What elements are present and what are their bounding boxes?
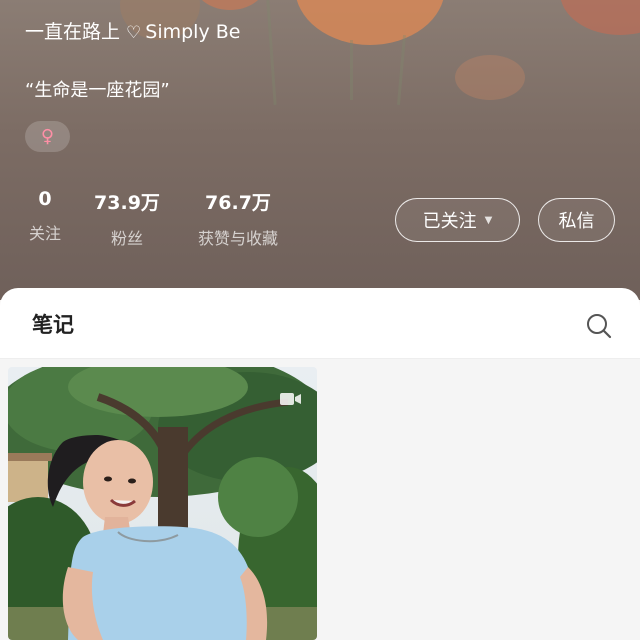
- stat-likes-collections[interactable]: 76.7万 获赞与收藏: [188, 188, 288, 249]
- background-flower: [560, 0, 640, 35]
- profile-bio: “生命是一座花园”: [25, 80, 170, 101]
- video-icon: [280, 391, 302, 407]
- background-flower: [295, 0, 445, 45]
- caret-down-icon: ▼: [484, 214, 493, 226]
- stat-following[interactable]: 0 关注: [25, 188, 65, 244]
- stat-following-label: 关注: [28, 224, 61, 243]
- tabs-bar: 笔记: [0, 288, 640, 359]
- stat-likes-value: 76.7万: [205, 192, 271, 214]
- profile-name-text: 一直在路上: [25, 21, 121, 43]
- note-card[interactable]: [8, 367, 317, 640]
- search-icon[interactable]: [585, 312, 613, 340]
- tab-notes[interactable]: 笔记: [32, 309, 74, 339]
- message-button-label: 私信: [558, 211, 595, 232]
- stat-likes-label: 获赞与收藏: [197, 229, 278, 248]
- profile-header: 一直在路上 ♡ Simply Be “生命是一座花园” ♀ 0 关注 73.9万 粉…: [0, 0, 640, 300]
- background-stem: [396, 35, 407, 105]
- followed-button-label: 已关注: [422, 211, 477, 232]
- stat-following-value: 0: [38, 188, 52, 210]
- background-stem: [350, 40, 353, 100]
- stat-fans[interactable]: 73.9万 粉丝: [88, 188, 166, 249]
- followed-button[interactable]: 已关注 ▼: [395, 198, 520, 242]
- stat-fans-label: 粉丝: [110, 229, 143, 248]
- background-flower: [455, 55, 525, 100]
- stat-fans-value: 73.9万: [94, 192, 160, 214]
- profile-name-suffix: Simply Be: [145, 21, 241, 43]
- background-stem: [266, 0, 277, 105]
- heart-icon: ♡: [126, 23, 142, 43]
- background-flower: [195, 0, 265, 10]
- message-button[interactable]: 私信: [538, 198, 615, 242]
- content-sheet: 笔记: [0, 288, 640, 640]
- female-icon: ♀: [25, 121, 70, 152]
- note-cover-image: [8, 367, 317, 640]
- profile-name: 一直在路上 ♡ Simply Be: [25, 17, 240, 44]
